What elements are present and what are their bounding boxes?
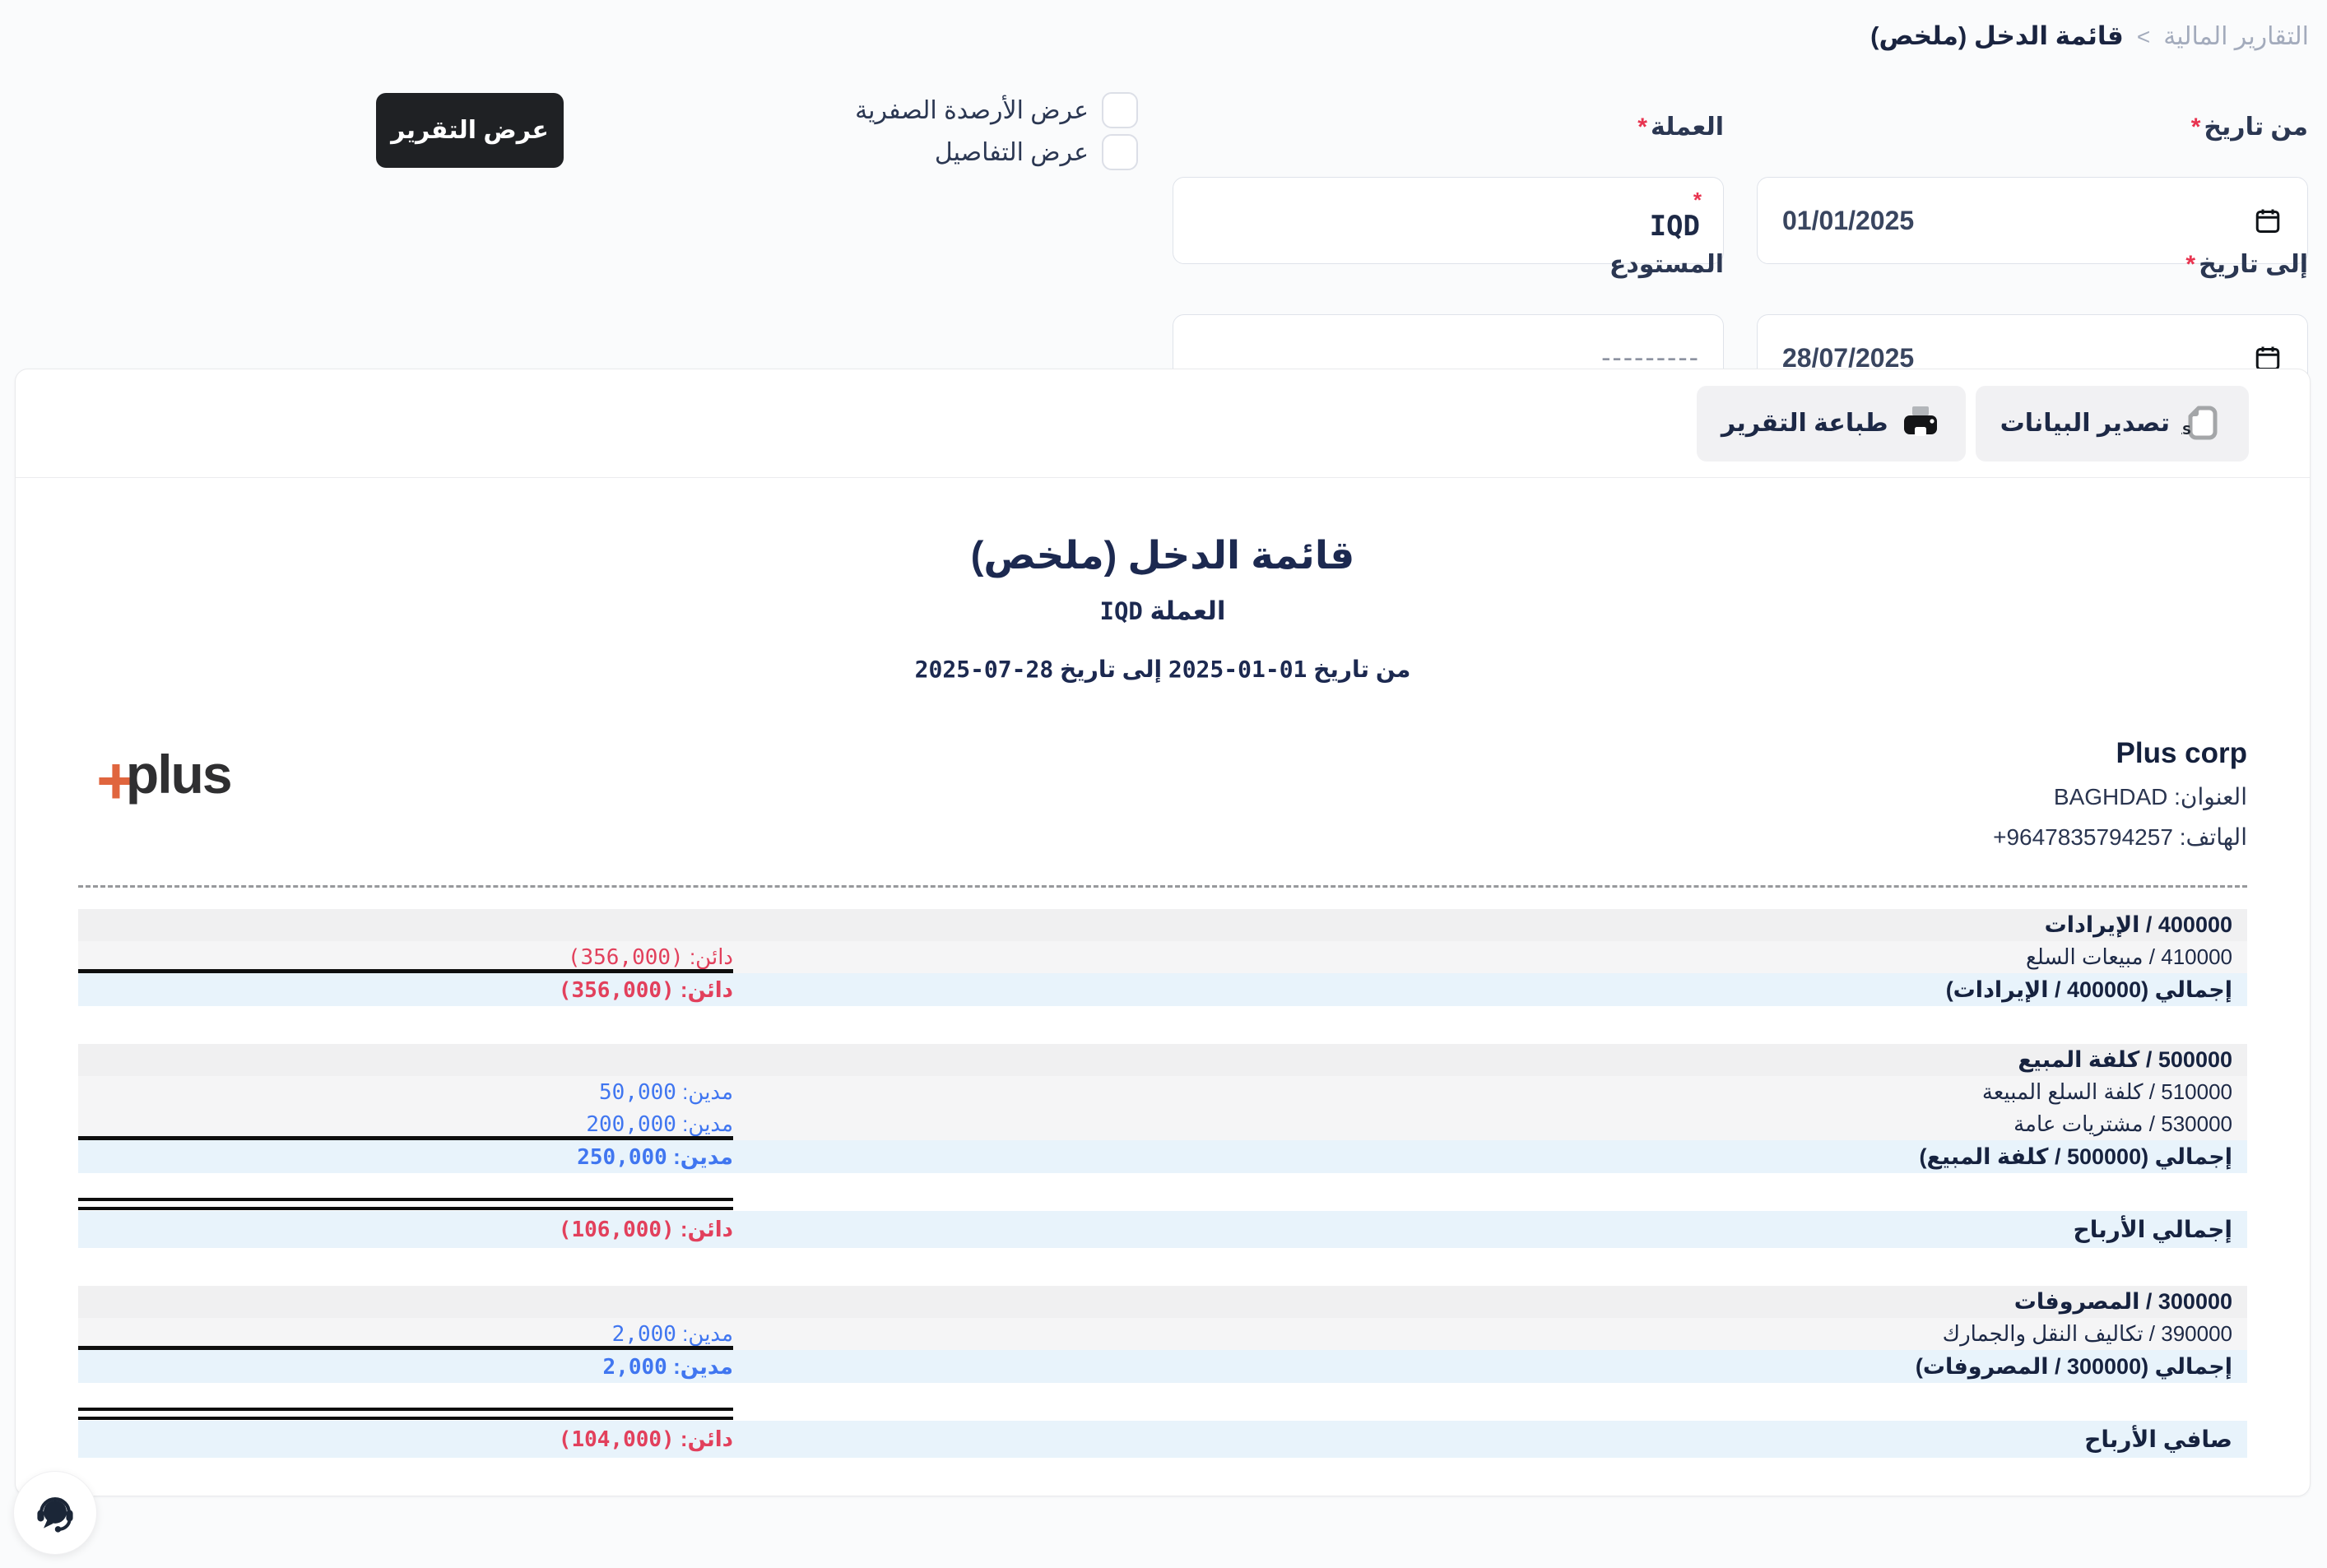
account-row: 510000 / كلفة السلع المبيعة مدين: 50,000 — [78, 1076, 2247, 1108]
company-block: Plus corp العنوان: BAGHDAD الهاتف: +9647… — [78, 737, 2247, 852]
company-address: العنوان: BAGHDAD — [78, 783, 2247, 810]
company-logo: + plus — [96, 742, 231, 806]
page: التقارير المالية < قائمة الدخل (ملخص) من… — [0, 0, 2327, 1568]
view-report-button[interactable]: عرض التقرير — [376, 93, 564, 168]
total-rule — [78, 1136, 733, 1140]
company-name: Plus corp — [78, 737, 2247, 770]
section-total-row: إجمالي (500000 / كلفة المبيع) مدين: 250,… — [78, 1140, 2247, 1173]
net-profit-row: صافي الأرباح دائن: (104,000) — [78, 1421, 2247, 1458]
support-chat-button[interactable] — [13, 1471, 97, 1555]
report-currency-code: IQD — [1099, 597, 1142, 625]
section-total-row: إجمالي (300000 / المصروفات) مدين: 2,000 — [78, 1350, 2247, 1383]
currency-value: IQD — [1650, 210, 1700, 243]
zero-balances-checkbox-row: عرض الأرصدة الصفرية — [855, 92, 1138, 128]
from-date-label: من تاريخ* — [2191, 113, 2308, 141]
total-rule — [78, 969, 733, 973]
breadcrumb-parent[interactable]: التقارير المالية — [2163, 22, 2309, 51]
to-date-label: إلى تاريخ* — [2185, 250, 2308, 279]
warehouse-label: المستودع — [1609, 250, 1724, 279]
svg-text:XLS: XLS — [2181, 423, 2191, 438]
double-rule — [78, 1408, 733, 1420]
double-rule — [78, 1198, 733, 1210]
headset-chat-icon — [32, 1490, 78, 1536]
section-expenses: 300000 / المصروفات 390000 / تكاليف النقل… — [78, 1286, 2247, 1383]
show-details-checkbox[interactable] — [1102, 134, 1138, 170]
section-cost-of-sales: 500000 / كلفة المبيع 510000 / كلفة السلع… — [78, 1044, 2247, 1173]
income-statement-table: 400000 / الإيرادات 410000 / مبيعات السلع… — [78, 909, 2247, 1458]
show-details-checkbox-row: عرض التفاصيل — [935, 134, 1138, 170]
report-content: قائمة الدخل (ملخص) العملة IQD من تاريخ 2… — [16, 532, 2310, 1458]
report-toolbar: XLS تصدير البيانات طباعة التقرير — [16, 369, 2310, 478]
breadcrumb: التقارير المالية < قائمة الدخل (ملخص) — [1870, 21, 2309, 51]
section-header-row: 400000 / الإيرادات — [78, 909, 2247, 941]
section-total-row: إجمالي (400000 / الإيرادات) دائن: (356,0… — [78, 973, 2247, 1006]
xls-file-icon: XLS — [2181, 402, 2224, 445]
export-data-button[interactable]: XLS تصدير البيانات — [1976, 386, 2249, 462]
from-date-value: 01/01/2025 — [1782, 206, 1914, 236]
company-phone: الهاتف: +9647835794257 — [78, 823, 2247, 851]
zero-balances-label: عرض الأرصدة الصفرية — [855, 96, 1089, 125]
page-title: قائمة الدخل (ملخص) — [1870, 21, 2124, 51]
plus-logo-word: plus — [126, 743, 231, 805]
currency-label: العملة* — [1637, 113, 1724, 141]
currency-required-star: * — [1693, 188, 1702, 213]
report-date-range: من تاريخ 2025-01-01 إلى تاريخ 2025-07-28 — [78, 656, 2247, 683]
total-rule — [78, 1346, 733, 1350]
printer-icon — [1900, 403, 1941, 444]
calendar-icon[interactable] — [2253, 206, 2283, 235]
section-header-row: 500000 / كلفة المبيع — [78, 1044, 2247, 1076]
gross-profit-row: إجمالي الأرباح دائن: (106,000) — [78, 1211, 2247, 1248]
report-title: قائمة الدخل (ملخص) — [78, 532, 2247, 578]
zero-balances-checkbox[interactable] — [1102, 92, 1138, 128]
report-card: XLS تصدير البيانات طباعة التقرير قائمة ا… — [15, 369, 2311, 1496]
print-report-button[interactable]: طباعة التقرير — [1697, 386, 1966, 462]
dashed-divider — [78, 885, 2247, 888]
section-header-row: 300000 / المصروفات — [78, 1286, 2247, 1318]
section-revenues: 400000 / الإيرادات 410000 / مبيعات السلع… — [78, 909, 2247, 1006]
show-details-label: عرض التفاصيل — [935, 138, 1089, 167]
breadcrumb-separator-icon: < — [2137, 24, 2150, 50]
report-currency-line: العملة IQD — [78, 596, 2247, 626]
